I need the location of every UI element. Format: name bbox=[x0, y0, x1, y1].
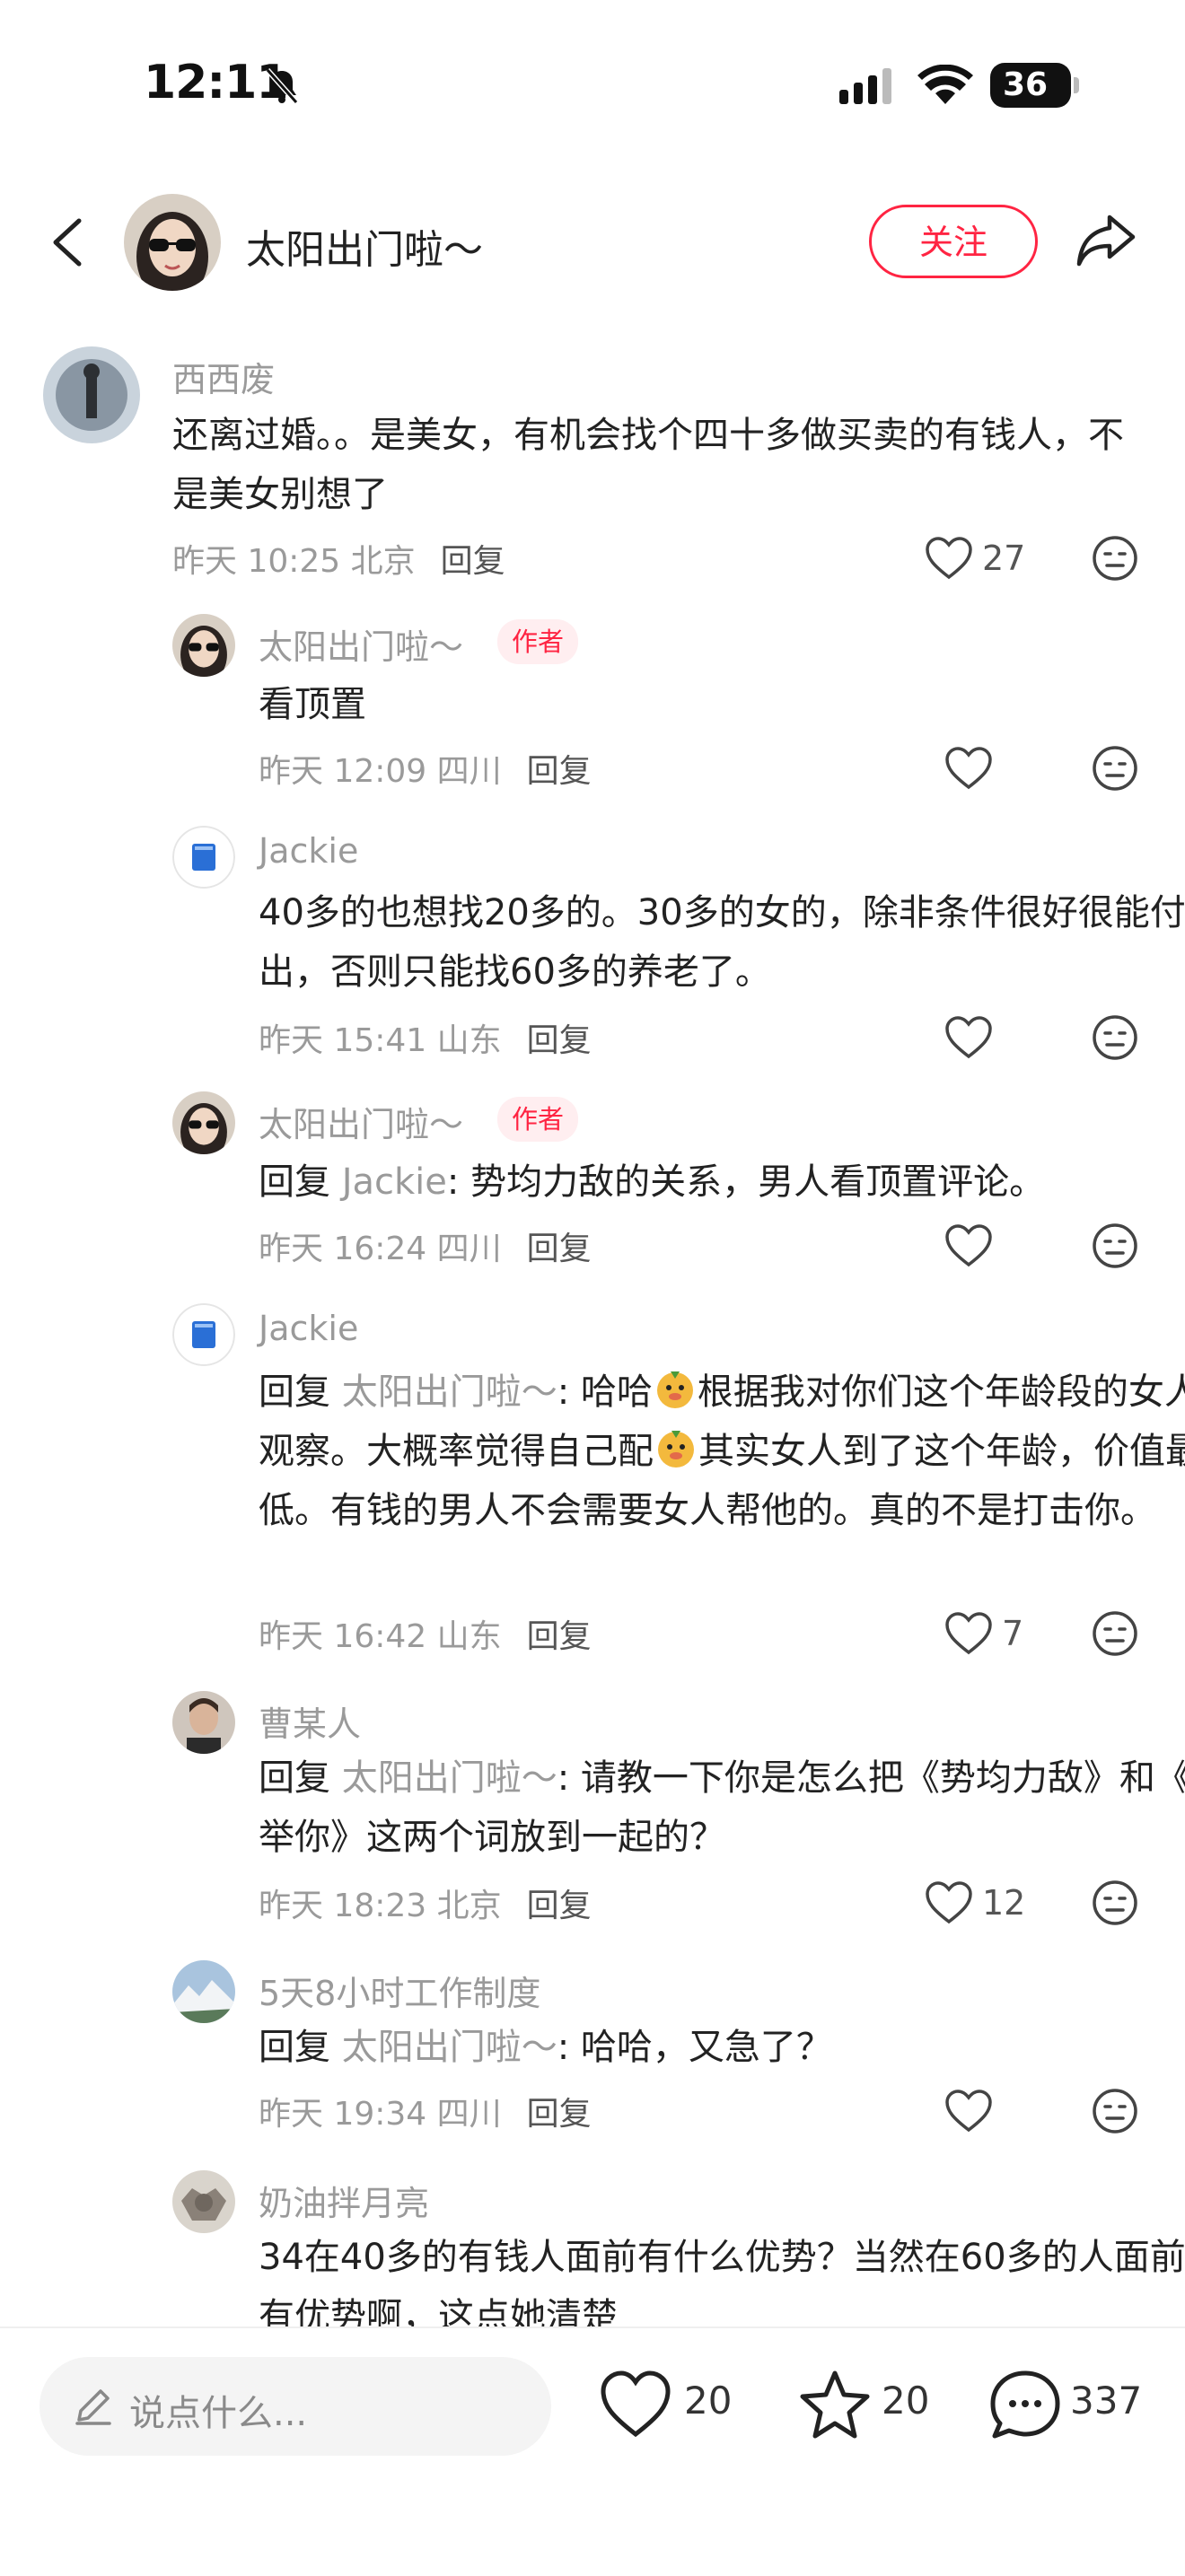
commenter-avatar[interactable] bbox=[43, 346, 140, 443]
reply-button[interactable]: 回复 bbox=[527, 1888, 592, 1924]
commenter-avatar[interactable] bbox=[172, 1303, 235, 1366]
heart-icon[interactable] bbox=[944, 2090, 993, 2133]
comment-time: 昨天 15:41 山东 bbox=[259, 1022, 502, 1059]
comment-meta: 昨天 16:42 山东 回复 bbox=[259, 1610, 592, 1657]
reply-button[interactable]: 回复 bbox=[441, 543, 505, 580]
emoji-reaction-icon[interactable] bbox=[1092, 745, 1138, 792]
author-badge: 作者 bbox=[497, 1097, 579, 1142]
reply-button[interactable]: 回复 bbox=[527, 1231, 592, 1267]
star-icon[interactable] bbox=[799, 2370, 871, 2441]
commenter-name[interactable]: 5天8小时工作制度 bbox=[259, 1966, 540, 2015]
battery-indicator: 36 bbox=[990, 63, 1071, 108]
emoji-reaction-icon[interactable] bbox=[1092, 1879, 1138, 1926]
comment-bubble-icon[interactable] bbox=[989, 2370, 1061, 2441]
comment-input-placeholder: 说点什么... bbox=[129, 2393, 308, 2434]
post-like-count: 20 bbox=[684, 2379, 733, 2423]
commenter-avatar[interactable] bbox=[172, 2170, 235, 2233]
commenter-name[interactable]: Jackie bbox=[259, 1309, 358, 1348]
commenter-avatar[interactable] bbox=[172, 1091, 235, 1154]
comment-meta: 昨天 18:23 北京 回复 bbox=[259, 1879, 592, 1926]
replied-user[interactable]: 太阳出门啦～ bbox=[342, 2027, 557, 2068]
comment-text[interactable]: 看顶置 bbox=[259, 675, 1185, 734]
replied-user[interactable]: Jackie bbox=[342, 1161, 447, 1203]
heart-icon[interactable] bbox=[944, 1016, 993, 1059]
commenter-name[interactable]: 奶油拌月亮 bbox=[259, 2176, 429, 2225]
comment-meta: 昨天 16:24 四川 回复 bbox=[259, 1222, 592, 1269]
comment-time: 昨天 12:09 四川 bbox=[259, 753, 502, 790]
heart-icon[interactable] bbox=[944, 1612, 993, 1655]
reply-body: : 势均力敌的关系，男人看顶置评论。 bbox=[446, 1161, 1046, 1203]
emoji-reaction-icon[interactable] bbox=[1092, 1014, 1138, 1061]
emoji-reaction-icon[interactable] bbox=[1092, 1610, 1138, 1657]
comment-text[interactable]: 回复 太阳出门啦～: 请教一下你是怎么把《势均力敌》和《托举你》这两个词放到一起… bbox=[259, 1748, 1185, 1867]
heart-icon[interactable] bbox=[925, 1881, 973, 1924]
commenter-avatar[interactable] bbox=[172, 614, 235, 677]
post-favorite-count: 20 bbox=[882, 2379, 930, 2423]
comment-meta: 昨天 10:25 北京 回复 bbox=[172, 535, 505, 582]
pencil-icon bbox=[75, 2389, 111, 2425]
bottom-action-bar: 说点什么... 20 20 337 bbox=[0, 2326, 1185, 2576]
comment-text[interactable]: 回复 太阳出门啦～: 哈哈 根据我对你们这个年龄段的女人的观察。大概率觉得自己配其… bbox=[259, 1362, 1185, 1540]
comment-time: 昨天 16:42 山东 bbox=[259, 1618, 502, 1655]
comment-text[interactable]: 40多的也想找20多的。30多的女的，除非条件很好很能付出，否则只能找60多的养… bbox=[259, 883, 1185, 1002]
author-avatar[interactable] bbox=[124, 194, 221, 291]
like-count: 27 bbox=[982, 539, 1026, 578]
bell-muted-icon bbox=[265, 68, 299, 104]
comment-meta: 昨天 19:34 四川 回复 bbox=[259, 2088, 592, 2134]
author-badge: 作者 bbox=[497, 619, 579, 664]
post-comment-count: 337 bbox=[1070, 2379, 1143, 2423]
follow-button[interactable]: 关注 bbox=[869, 205, 1038, 278]
doge-emoji-icon bbox=[656, 1371, 693, 1408]
replied-user[interactable]: 太阳出门啦～ bbox=[342, 1371, 557, 1413]
commenter-name[interactable]: 太阳出门啦～ bbox=[259, 619, 463, 669]
comment-meta: 昨天 12:09 四川 回复 bbox=[259, 745, 592, 792]
comment-time: 昨天 10:25 北京 bbox=[172, 543, 416, 580]
comment-time: 昨天 16:24 四川 bbox=[259, 1231, 502, 1267]
emoji-reaction-icon[interactable] bbox=[1092, 2088, 1138, 2134]
reply-prefix: 回复 bbox=[259, 1161, 330, 1203]
commenter-name[interactable]: 太阳出门啦～ bbox=[259, 1097, 463, 1146]
heart-icon[interactable] bbox=[944, 747, 993, 790]
commenter-avatar[interactable] bbox=[172, 1691, 235, 1754]
commenter-avatar[interactable] bbox=[172, 826, 235, 889]
back-arrow-icon[interactable] bbox=[45, 215, 90, 269]
comment-meta: 昨天 15:41 山东 回复 bbox=[259, 1014, 592, 1061]
emoji-reaction-icon[interactable] bbox=[1092, 1222, 1138, 1269]
reply-button[interactable]: 回复 bbox=[527, 1022, 592, 1059]
commenter-name[interactable]: 西西废 bbox=[172, 352, 275, 401]
commenter-name[interactable]: Jackie bbox=[259, 831, 358, 871]
battery-tip bbox=[1074, 77, 1079, 93]
author-name[interactable]: 太阳出门啦～ bbox=[246, 217, 483, 275]
share-icon[interactable] bbox=[1074, 208, 1138, 271]
reply-button[interactable]: 回复 bbox=[527, 1618, 592, 1655]
comment-time: 昨天 18:23 北京 bbox=[259, 1888, 502, 1924]
reply-prefix: 回复 bbox=[259, 1371, 330, 1413]
replied-user[interactable]: 太阳出门啦～ bbox=[342, 1757, 557, 1799]
reply-button[interactable]: 回复 bbox=[527, 2096, 592, 2133]
heart-icon[interactable] bbox=[600, 2370, 672, 2441]
reply-prefix: 回复 bbox=[259, 2027, 330, 2068]
like-count: 12 bbox=[982, 1883, 1026, 1923]
emoji-reaction-icon[interactable] bbox=[1092, 535, 1138, 582]
reply-body: : 哈哈，又急了？ bbox=[557, 2027, 832, 2068]
comment-time: 昨天 19:34 四川 bbox=[259, 2096, 502, 2133]
heart-icon[interactable] bbox=[944, 1224, 993, 1267]
battery-level: 36 bbox=[1003, 66, 1049, 103]
commenter-avatar[interactable] bbox=[172, 1960, 235, 2023]
reply-button[interactable]: 回复 bbox=[527, 753, 592, 790]
comment-input[interactable]: 说点什么... bbox=[40, 2357, 551, 2456]
signal-icon bbox=[839, 68, 891, 104]
wifi-icon bbox=[917, 65, 973, 104]
comment-text[interactable]: 回复 Jackie: 势均力敌的关系，男人看顶置评论。 bbox=[259, 1152, 1185, 1212]
heart-icon[interactable] bbox=[925, 537, 973, 580]
comment-text[interactable]: 还离过婚。。是美女，有机会找个四十多做买卖的有钱人，不是美女别想了 bbox=[172, 406, 1124, 524]
doge-emoji-icon bbox=[658, 1431, 694, 1468]
reply-prefix: 回复 bbox=[259, 1757, 330, 1799]
comment-text[interactable]: 回复 太阳出门啦～: 哈哈，又急了？ bbox=[259, 2018, 1185, 2077]
commenter-name[interactable]: 曹某人 bbox=[259, 1696, 361, 1746]
like-count: 7 bbox=[1002, 1614, 1024, 1653]
reply-body-a: : 哈哈 bbox=[557, 1371, 653, 1413]
